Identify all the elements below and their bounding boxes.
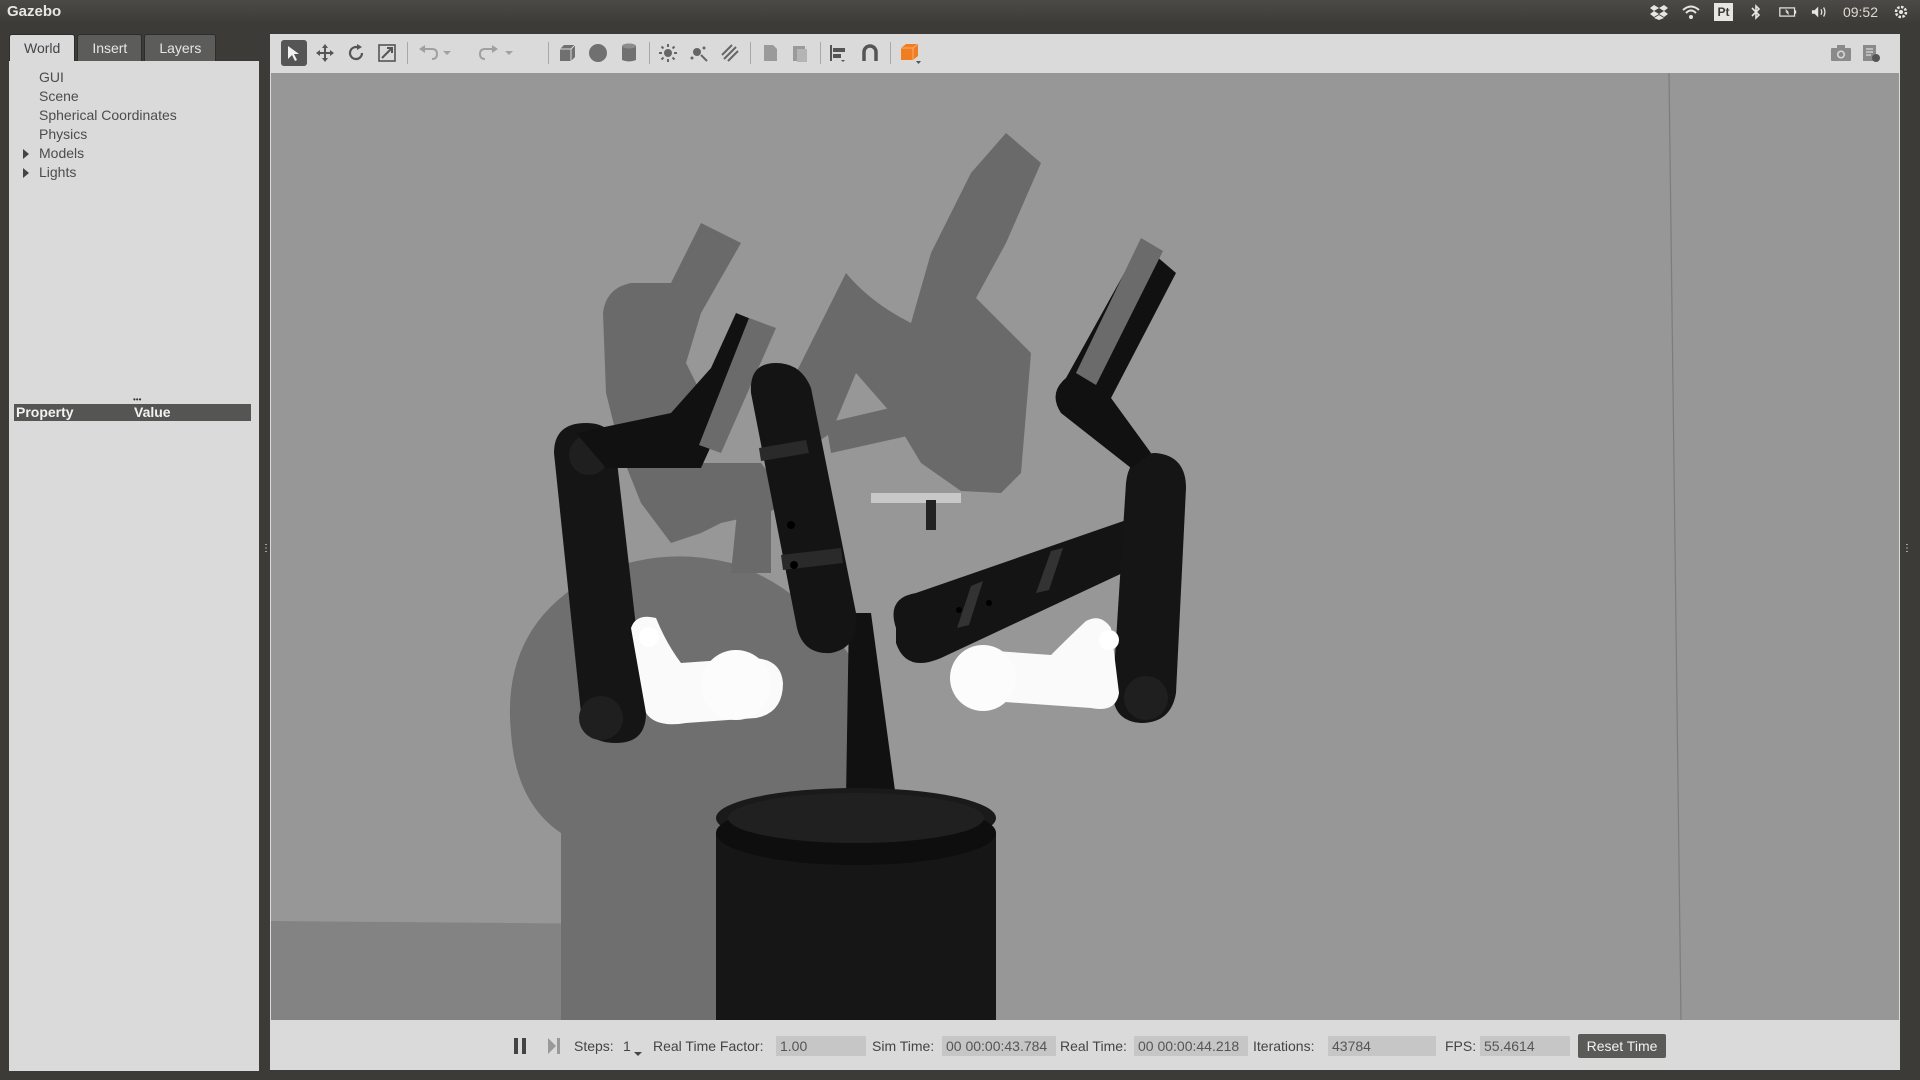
redo-history-icon[interactable]: [502, 40, 516, 66]
tree-item-label: Models: [39, 145, 85, 161]
snap-icon[interactable]: [857, 40, 883, 66]
steps-spinner[interactable]: 1: [623, 1037, 631, 1055]
paste-icon[interactable]: [787, 40, 813, 66]
redo-icon[interactable]: [476, 40, 502, 66]
directional-light-icon[interactable]: [717, 40, 743, 66]
tree-item-label: GUI: [39, 69, 64, 85]
screenshot-icon[interactable]: [1828, 40, 1854, 66]
left-splitter-handle[interactable]: ⋮: [261, 544, 271, 561]
battery-icon[interactable]: [1779, 3, 1797, 21]
pycharm-icon-label: Pt: [1717, 5, 1730, 19]
undo-history-icon[interactable]: [440, 40, 454, 66]
toolbar-separator: [649, 42, 650, 64]
scale-mode-icon[interactable]: [374, 40, 400, 66]
fps-field: 55.4614: [1480, 1036, 1570, 1056]
rotate-mode-icon[interactable]: [343, 40, 369, 66]
settings-gear-icon[interactable]: [1892, 3, 1910, 21]
expand-arrow-icon[interactable]: [23, 168, 29, 178]
left-panel-tabs: World Insert Layers: [9, 34, 218, 61]
tree-item-lights[interactable]: Lights: [9, 163, 259, 182]
steps-label: Steps:: [574, 1038, 614, 1054]
tree-item-scene[interactable]: Scene: [9, 87, 259, 106]
property-table-header: Property Value: [14, 404, 251, 421]
system-top-bar: Gazebo Pt 09:52: [0, 0, 1920, 24]
log-icon[interactable]: [1858, 40, 1884, 66]
right-splitter-handle[interactable]: ⋮: [1902, 544, 1912, 561]
tree-item-label: Physics: [39, 126, 88, 142]
fps-label: FPS:: [1445, 1038, 1477, 1054]
toolbar-separator: [407, 42, 408, 64]
3d-viewport[interactable]: [271, 73, 1899, 1020]
cylinder-shape-icon[interactable]: [616, 40, 642, 66]
select-mode-icon[interactable]: [281, 40, 307, 66]
volume-icon[interactable]: [1811, 3, 1829, 21]
tree-item-models[interactable]: Models: [9, 144, 259, 163]
toolbar-separator: [890, 42, 891, 64]
toolbar-separator: [750, 42, 751, 64]
tree-item-gui[interactable]: GUI: [9, 68, 259, 87]
value-column-header[interactable]: Value: [134, 404, 171, 421]
pause-icon[interactable]: [507, 1033, 533, 1059]
tree-item-label: Scene: [39, 88, 79, 104]
sim-time-field: 00 00:00:43.784: [942, 1036, 1056, 1056]
toolbar-separator: [820, 42, 821, 64]
world-panel: GUI Scene Spherical Coordinates Physics …: [9, 61, 259, 1071]
step-icon[interactable]: [541, 1033, 567, 1059]
scene-render: [271, 73, 1899, 1020]
translate-mode-icon[interactable]: [312, 40, 338, 66]
tab-insert[interactable]: Insert: [77, 34, 143, 61]
pycharm-icon[interactable]: Pt: [1713, 3, 1733, 21]
undo-icon[interactable]: [415, 40, 441, 66]
wifi-icon[interactable]: [1682, 3, 1700, 21]
align-icon[interactable]: [826, 40, 852, 66]
toolbar-separator: [548, 42, 549, 64]
iterations-label: Iterations:: [1253, 1038, 1315, 1054]
real-time-field: 00 00:00:44.218: [1134, 1036, 1248, 1056]
tab-world[interactable]: World: [9, 34, 76, 61]
splitter-handle[interactable]: •••: [133, 396, 141, 404]
main-toolbar: [270, 34, 1900, 72]
real-time-label: Real Time:: [1060, 1038, 1127, 1054]
tree-item-label: Lights: [39, 164, 77, 180]
window-title: Gazebo: [7, 3, 62, 20]
view-angle-icon[interactable]: [897, 40, 923, 66]
reset-time-button[interactable]: Reset Time: [1578, 1034, 1666, 1058]
clock[interactable]: 09:52: [1843, 3, 1878, 21]
tree-item-label: Spherical Coordinates: [39, 107, 177, 123]
steps-dropdown-icon[interactable]: [634, 1043, 642, 1056]
system-tray: Pt 09:52: [1649, 2, 1910, 22]
expand-arrow-icon[interactable]: [23, 149, 29, 159]
dropbox-icon[interactable]: [1649, 3, 1668, 21]
simulation-status-bar: Steps: 1 Real Time Factor: 1.00 Sim Time…: [270, 1021, 1900, 1070]
property-column-header[interactable]: Property: [16, 404, 74, 421]
sphere-shape-icon[interactable]: [585, 40, 611, 66]
bluetooth-icon[interactable]: [1747, 3, 1765, 21]
copy-icon[interactable]: [757, 40, 783, 66]
iterations-field: 43784: [1328, 1036, 1436, 1056]
spot-light-icon[interactable]: [686, 40, 712, 66]
tree-item-physics[interactable]: Physics: [9, 125, 259, 144]
tree-item-spherical-coordinates[interactable]: Spherical Coordinates: [9, 106, 259, 125]
sim-time-label: Sim Time:: [872, 1038, 935, 1054]
point-light-icon[interactable]: [655, 40, 681, 66]
real-time-factor-label: Real Time Factor:: [653, 1038, 764, 1054]
world-tree: GUI Scene Spherical Coordinates Physics …: [9, 68, 259, 182]
real-time-factor-field: 1.00: [776, 1036, 866, 1056]
box-shape-icon[interactable]: [554, 40, 580, 66]
tab-layers[interactable]: Layers: [144, 34, 217, 61]
